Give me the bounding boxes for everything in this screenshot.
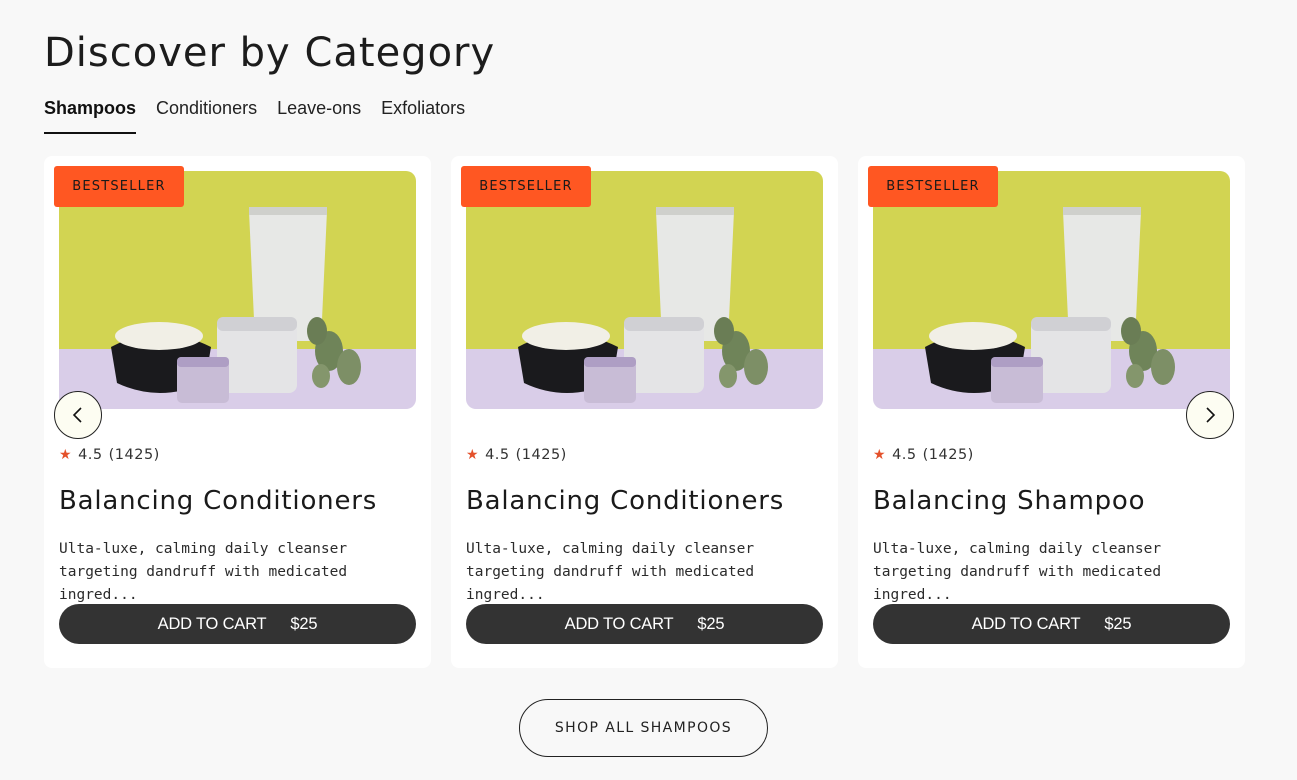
- product-description: Ulta-luxe, calming daily cleanser target…: [873, 541, 1162, 603]
- product-card[interactable]: BESTSELLER ★ 4.5 (1425) Balancing Condit…: [451, 156, 838, 668]
- product-rating: ★ 4.5 (1425): [59, 447, 160, 463]
- tab-exfoliators[interactable]: Exfoliators: [381, 98, 465, 134]
- add-to-cart-label: ADD TO CART: [971, 614, 1081, 633]
- product-description: Ulta-luxe, calming daily cleanser target…: [466, 541, 755, 603]
- review-count: (1425): [108, 447, 160, 463]
- chevron-left-icon: [72, 407, 82, 423]
- tab-conditioners[interactable]: Conditioners: [156, 98, 257, 134]
- rating-value: 4.5: [78, 447, 103, 463]
- carousel-next-button[interactable]: [1186, 391, 1234, 439]
- product-title[interactable]: Balancing Shampoo: [873, 486, 1145, 516]
- product-description: Ulta-luxe, calming daily cleanser target…: [59, 541, 348, 603]
- category-section: Discover by Category Shampoos Conditione…: [0, 0, 1297, 780]
- add-to-cart-label: ADD TO CART: [564, 614, 674, 633]
- tab-leave-ons[interactable]: Leave-ons: [277, 98, 361, 134]
- tab-shampoos[interactable]: Shampoos: [44, 98, 137, 134]
- chevron-right-icon: [1206, 407, 1216, 423]
- product-title[interactable]: Balancing Conditioners: [466, 486, 784, 516]
- bestseller-badge: BESTSELLER: [461, 166, 591, 207]
- review-count: (1425): [515, 447, 567, 463]
- bestseller-badge: BESTSELLER: [54, 166, 184, 207]
- product-rating: ★ 4.5 (1425): [466, 447, 567, 463]
- review-count: (1425): [922, 447, 974, 463]
- add-to-cart-button[interactable]: ADD TO CART $25: [59, 604, 416, 644]
- bestseller-badge: BESTSELLER: [868, 166, 998, 207]
- star-icon: ★: [466, 447, 480, 463]
- product-price: $25: [290, 614, 318, 633]
- star-icon: ★: [59, 447, 73, 463]
- product-title[interactable]: Balancing Conditioners: [59, 486, 377, 516]
- add-to-cart-button[interactable]: ADD TO CART $25: [466, 604, 823, 644]
- add-to-cart-button[interactable]: ADD TO CART $25: [873, 604, 1230, 644]
- category-tabs: Shampoos Conditioners Leave-ons Exfoliat…: [44, 98, 465, 134]
- add-to-cart-label: ADD TO CART: [157, 614, 267, 633]
- product-price: $25: [697, 614, 725, 633]
- product-rating: ★ 4.5 (1425): [873, 447, 974, 463]
- product-price: $25: [1104, 614, 1132, 633]
- star-icon: ★: [873, 447, 887, 463]
- rating-value: 4.5: [485, 447, 510, 463]
- section-heading: Discover by Category: [44, 30, 496, 76]
- rating-value: 4.5: [892, 447, 917, 463]
- product-card[interactable]: BESTSELLER ★ 4.5 (1425) Balancing Condit…: [44, 156, 431, 668]
- carousel-prev-button[interactable]: [54, 391, 102, 439]
- shop-all-button[interactable]: SHOP ALL SHAMPOOS: [519, 699, 768, 757]
